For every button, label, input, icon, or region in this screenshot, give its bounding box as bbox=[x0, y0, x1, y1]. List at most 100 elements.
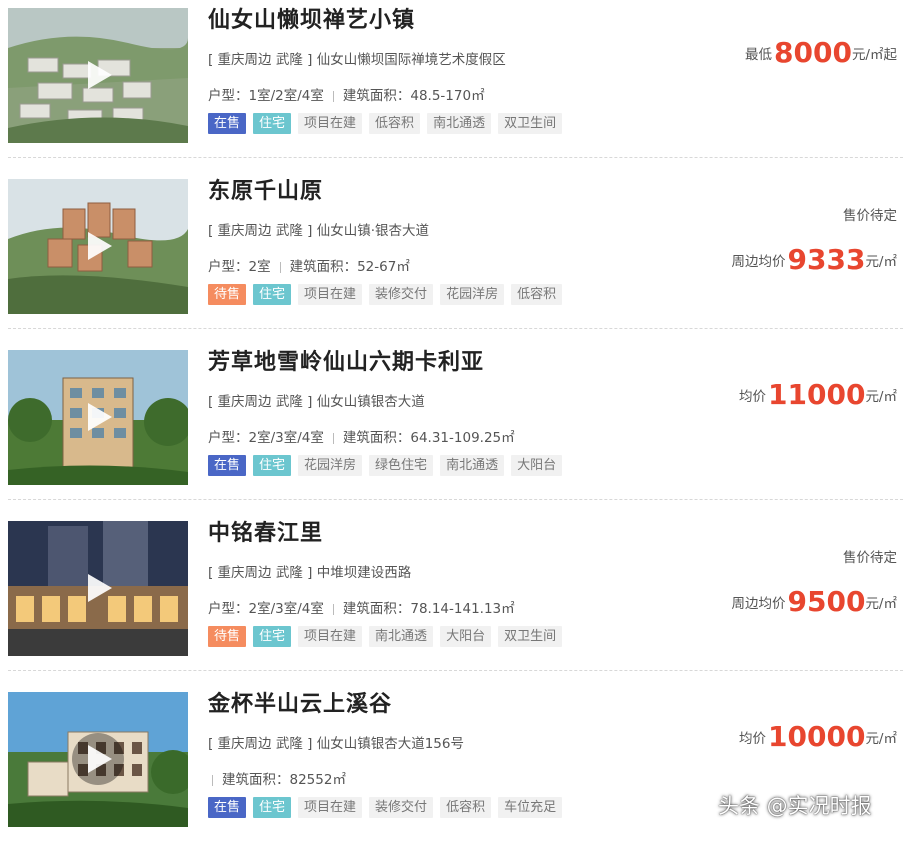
area-label: 建筑面积： bbox=[222, 772, 290, 788]
area-label: 建筑面积： bbox=[342, 601, 411, 617]
price: 均价11000元/㎡ bbox=[739, 378, 897, 411]
area-value: 64.31-109.25㎡ bbox=[410, 430, 515, 446]
divider bbox=[212, 774, 213, 786]
listing-thumbnail[interactable] bbox=[8, 8, 188, 143]
feature-tag: 装修交付 bbox=[369, 797, 434, 818]
price-unit: 元/㎡起 bbox=[851, 47, 897, 63]
feature-tag: 装修交付 bbox=[369, 284, 434, 305]
feature-tag: 南北通透 bbox=[427, 113, 492, 134]
divider bbox=[332, 603, 334, 615]
price-value: 10000 bbox=[768, 720, 866, 753]
listing-thumbnail[interactable] bbox=[8, 179, 188, 314]
play-icon[interactable] bbox=[82, 230, 114, 262]
listing-title[interactable]: 芳草地雪岭仙山六期卡利亚 bbox=[208, 344, 484, 376]
feature-tag: 花园洋房 bbox=[440, 284, 505, 305]
listing-title[interactable]: 中铭春江里 bbox=[208, 515, 323, 547]
feature-tag: 项目在建 bbox=[298, 797, 363, 818]
type-badge: 住宅 bbox=[253, 113, 292, 134]
play-icon[interactable] bbox=[82, 59, 114, 91]
listing-card[interactable]: 金杯半山云上溪谷 [ 重庆周边 武隆 ] 仙女山镇银杏大道156号 建筑面积：8… bbox=[0, 684, 905, 855]
divider-line bbox=[8, 670, 903, 671]
listing-specs: 户型：2室/3室/4室 建筑面积：78.14-141.13㎡ bbox=[208, 597, 515, 617]
watermark: 头条 @实况时报 bbox=[718, 794, 872, 818]
listing-address: [ 重庆周边 武隆 ] 仙女山镇银杏大道 bbox=[208, 394, 425, 410]
area-label: 建筑面积： bbox=[289, 259, 358, 275]
listing-thumbnail[interactable] bbox=[8, 521, 188, 656]
price-prefix: 均价 bbox=[739, 389, 767, 405]
price-unit: 元/㎡ bbox=[865, 254, 897, 270]
listing-specs: 建筑面积：82552㎡ bbox=[208, 768, 346, 788]
layout-label: 户型： bbox=[208, 88, 249, 104]
feature-tag: 低容积 bbox=[440, 797, 492, 818]
feature-tag: 项目在建 bbox=[298, 113, 363, 134]
status-badge: 在售 bbox=[208, 797, 247, 818]
listing-address: [ 重庆周边 武隆 ] 仙女山镇银杏大道156号 bbox=[208, 736, 464, 752]
feature-tag: 绿色住宅 bbox=[369, 455, 434, 476]
price-prefix: 均价 bbox=[739, 731, 767, 747]
layout-label: 户型： bbox=[208, 430, 249, 446]
divider bbox=[332, 432, 334, 444]
tag-list: 在售 住宅 项目在建 装修交付 低容积 车位充足 bbox=[208, 797, 569, 818]
feature-tag: 花园洋房 bbox=[298, 455, 363, 476]
price: 周边均价9500元/㎡ bbox=[732, 585, 898, 618]
price-prefix: 周边均价 bbox=[731, 596, 786, 612]
feature-tag: 大阳台 bbox=[440, 626, 492, 647]
price-unit: 元/㎡ bbox=[865, 596, 897, 612]
divider bbox=[279, 261, 281, 273]
divider bbox=[332, 90, 334, 102]
layout-value: 2室/3室/4室 bbox=[248, 430, 324, 446]
listing-card[interactable]: 仙女山懒坝禅艺小镇 [ 重庆周边 武隆 ] 仙女山懒坝国际禅境艺术度假区 户型：… bbox=[0, 0, 905, 171]
price: 最低8000元/㎡起 bbox=[745, 36, 897, 69]
price-value: 8000 bbox=[774, 36, 852, 69]
area-label: 建筑面积： bbox=[342, 88, 411, 104]
feature-tag: 低容积 bbox=[511, 284, 563, 305]
price: 周边均价9333元/㎡ bbox=[732, 243, 898, 276]
feature-tag: 车位充足 bbox=[498, 797, 563, 818]
play-icon[interactable] bbox=[82, 401, 114, 433]
tag-list: 待售 住宅 项目在建 南北通透 大阳台 双卫生间 bbox=[208, 626, 569, 647]
listing-address: [ 重庆周边 武隆 ] 仙女山懒坝国际禅境艺术度假区 bbox=[208, 52, 506, 68]
price-value: 9333 bbox=[787, 243, 866, 276]
tag-list: 在售 住宅 花园洋房 绿色住宅 南北通透 大阳台 bbox=[208, 455, 569, 476]
feature-tag: 南北通透 bbox=[369, 626, 434, 647]
listing-title[interactable]: 东原千山原 bbox=[208, 173, 323, 205]
layout-label: 户型： bbox=[208, 259, 249, 275]
area-value: 52-67㎡ bbox=[357, 259, 410, 275]
listing-specs: 户型：2室/3室/4室 建筑面积：64.31-109.25㎡ bbox=[208, 426, 515, 446]
listing-specs: 户型：2室 建筑面积：52-67㎡ bbox=[208, 255, 410, 275]
listing-specs: 户型：1室/2室/4室 建筑面积：48.5-170㎡ bbox=[208, 84, 485, 104]
listing-title[interactable]: 仙女山懒坝禅艺小镇 bbox=[208, 2, 415, 34]
price: 均价10000元/㎡ bbox=[739, 720, 897, 753]
price-prefix: 最低 bbox=[745, 47, 772, 63]
feature-tag: 双卫生间 bbox=[498, 113, 563, 134]
area-label: 建筑面积： bbox=[342, 430, 411, 446]
listing-card[interactable]: 中铭春江里 [ 重庆周边 武隆 ] 中堆坝建设西路 户型：2室/3室/4室 建筑面… bbox=[0, 513, 905, 684]
layout-value: 1室/2室/4室 bbox=[248, 88, 324, 104]
price-unit: 元/㎡ bbox=[865, 731, 897, 747]
price-pending: 售价待定 bbox=[843, 550, 897, 566]
tag-list: 待售 住宅 项目在建 装修交付 花园洋房 低容积 bbox=[208, 284, 569, 305]
type-badge: 住宅 bbox=[253, 284, 292, 305]
layout-value: 2室 bbox=[248, 259, 271, 275]
listing-card[interactable]: 芳草地雪岭仙山六期卡利亚 [ 重庆周边 武隆 ] 仙女山镇银杏大道 户型：2室/… bbox=[0, 342, 905, 513]
feature-tag: 双卫生间 bbox=[498, 626, 563, 647]
listing-thumbnail[interactable] bbox=[8, 350, 188, 485]
divider-line bbox=[8, 157, 903, 158]
listing-title[interactable]: 金杯半山云上溪谷 bbox=[208, 686, 392, 718]
area-value: 82552㎡ bbox=[289, 772, 346, 788]
feature-tag: 项目在建 bbox=[298, 626, 363, 647]
area-value: 48.5-170㎡ bbox=[410, 88, 485, 104]
type-badge: 住宅 bbox=[253, 797, 292, 818]
play-icon[interactable] bbox=[82, 743, 114, 775]
play-icon[interactable] bbox=[82, 572, 114, 604]
listing-address: [ 重庆周边 武隆 ] 中堆坝建设西路 bbox=[208, 565, 412, 581]
listing-thumbnail[interactable] bbox=[8, 692, 188, 827]
type-badge: 住宅 bbox=[253, 455, 292, 476]
status-badge: 在售 bbox=[208, 455, 247, 476]
price-unit: 元/㎡ bbox=[865, 389, 897, 405]
listing-card[interactable]: 东原千山原 [ 重庆周边 武隆 ] 仙女山镇·银杏大道 户型：2室 建筑面积：52… bbox=[0, 171, 905, 342]
feature-tag: 南北通透 bbox=[440, 455, 505, 476]
divider-line bbox=[8, 328, 903, 329]
price-value: 9500 bbox=[787, 585, 866, 618]
type-badge: 住宅 bbox=[253, 626, 292, 647]
